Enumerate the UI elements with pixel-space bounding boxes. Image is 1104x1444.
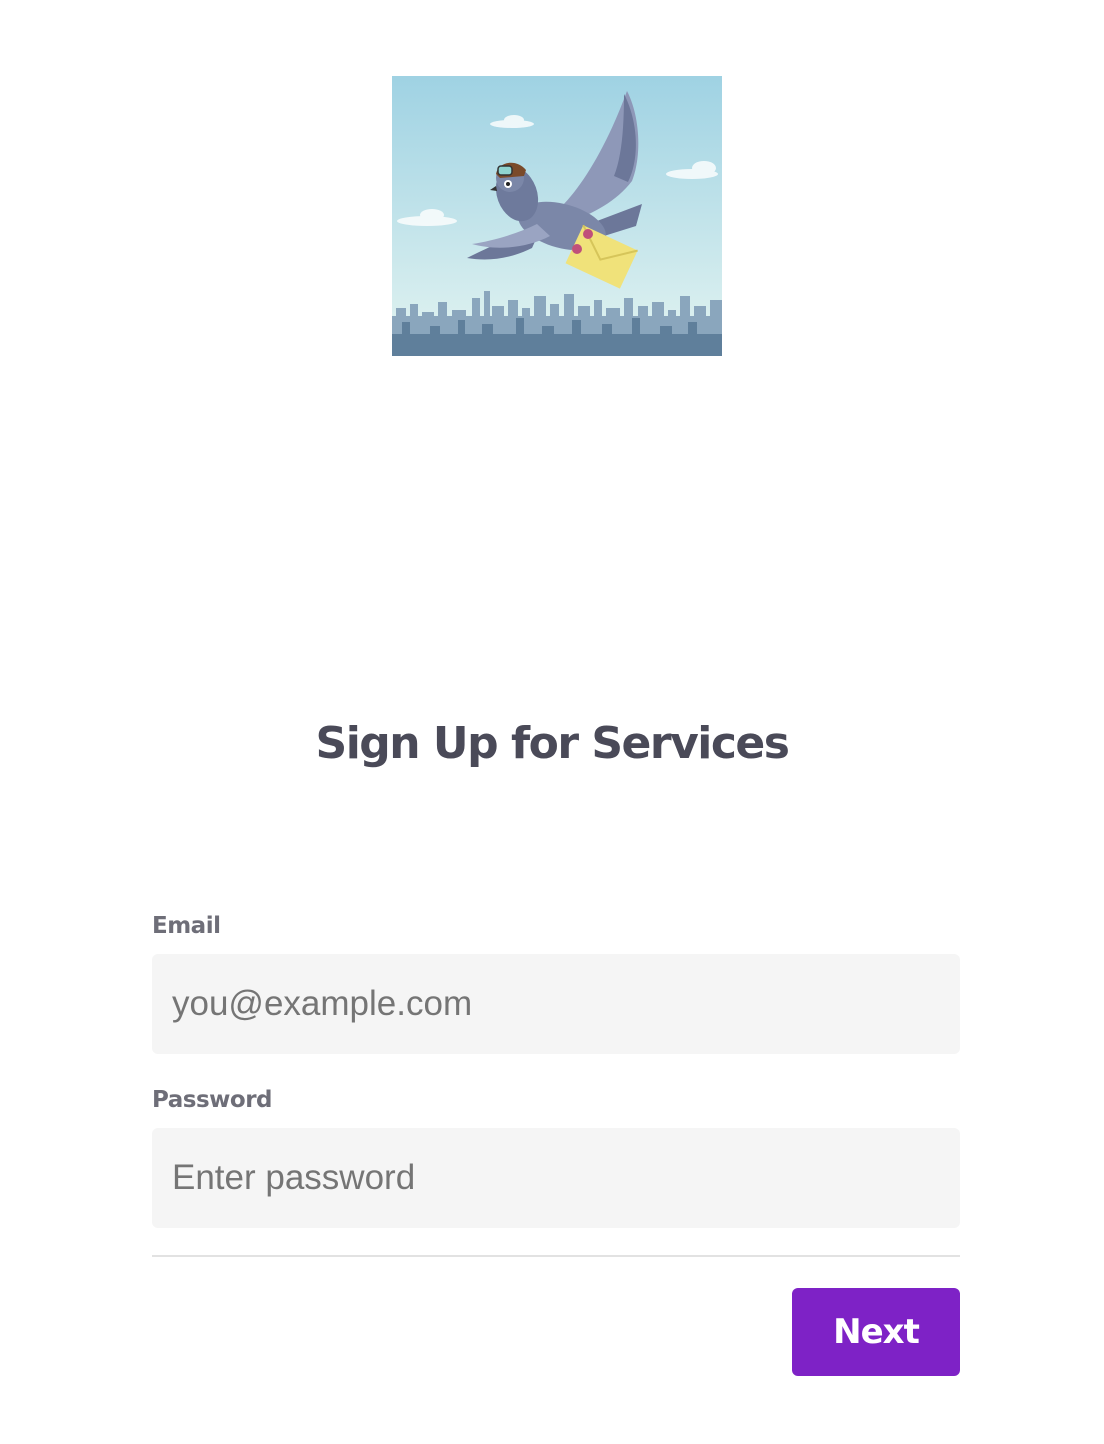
pigeon-mail-illustration <box>392 76 722 356</box>
page-title: Sign Up for Services <box>315 718 790 769</box>
email-label: Email <box>152 913 221 939</box>
email-field[interactable] <box>152 954 960 1054</box>
password-field[interactable] <box>152 1128 960 1228</box>
password-label: Password <box>152 1087 273 1113</box>
divider <box>152 1255 960 1257</box>
next-button[interactable]: Next <box>792 1288 960 1376</box>
